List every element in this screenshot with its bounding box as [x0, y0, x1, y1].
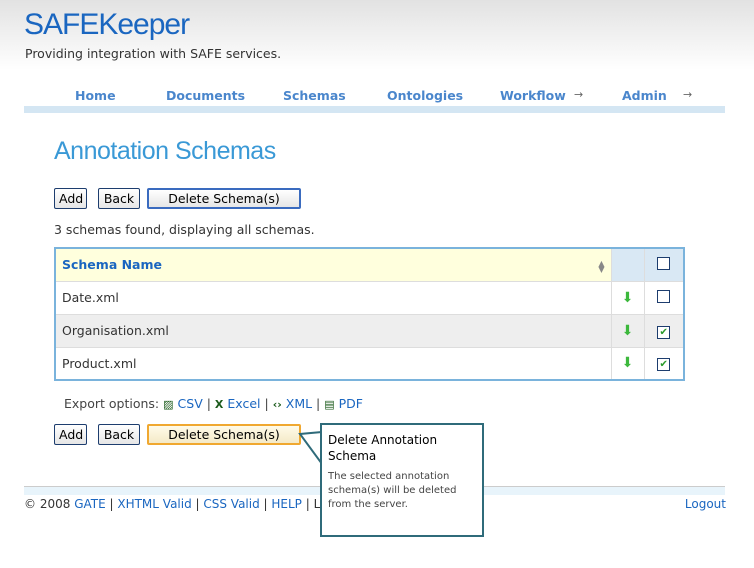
tooltip-title: Delete Annotation Schema: [328, 433, 438, 463]
row-checkbox[interactable]: ✔: [657, 325, 671, 339]
copyright: © 2008: [24, 497, 71, 511]
help-link[interactable]: HELP: [271, 497, 302, 511]
table-header-row: Schema Name ▲ ▼: [55, 248, 684, 282]
export-xml-link[interactable]: XML: [286, 396, 312, 411]
site-logo: SAFEKeeper: [24, 8, 190, 41]
export-options: Export options: ▨ CSV | X Excel | ‹› XML…: [64, 396, 363, 411]
nav-schemas[interactable]: Schemas: [283, 88, 346, 103]
xhtml-valid-link[interactable]: XHTML Valid: [117, 497, 191, 511]
sort-icon[interactable]: ▲ ▼: [598, 260, 604, 274]
download-arrow-icon[interactable]: ⬇: [622, 290, 634, 306]
back-button[interactable]: Back: [98, 188, 140, 209]
select-cell: ✔: [643, 314, 684, 348]
css-valid-link[interactable]: CSS Valid: [203, 497, 259, 511]
nav-workflow[interactable]: Workflow: [500, 88, 566, 103]
schemas-table: Schema Name ▲ ▼ Date.xml ⬇ Organisation.xm…: [54, 247, 685, 381]
download-cell: ⬇: [610, 281, 644, 315]
arrow-right-icon: →: [683, 88, 693, 101]
pdf-icon: ▤: [324, 398, 335, 411]
row-checkbox[interactable]: ✔: [657, 358, 671, 372]
select-cell: [643, 281, 684, 315]
export-label: Export options:: [64, 396, 160, 411]
column-header-download: [610, 248, 644, 282]
xml-icon: ‹›: [272, 398, 282, 411]
download-cell: ⬇: [610, 347, 644, 381]
tooltip: Delete Annotation Schema The selected an…: [320, 423, 484, 537]
page-title: Annotation Schemas: [54, 137, 276, 165]
logout-link[interactable]: Logout: [685, 497, 726, 511]
footer: © 2008 GATE | XHTML Valid | CSS Valid | …: [24, 497, 327, 511]
column-header-label: Schema Name: [62, 257, 162, 273]
schema-name[interactable]: Product.xml: [55, 347, 611, 381]
column-header-select: [643, 248, 684, 282]
download-arrow-icon[interactable]: ⬇: [622, 323, 634, 339]
table-row: Date.xml ⬇: [55, 281, 684, 315]
select-cell: ✔: [643, 347, 684, 381]
add-button-bottom[interactable]: Add: [54, 424, 87, 445]
arrow-right-icon: →: [574, 88, 584, 101]
nav-ontologies[interactable]: Ontologies: [387, 88, 463, 103]
export-csv-link[interactable]: CSV: [178, 396, 203, 411]
tooltip-body: The selected annotation schema(s) will b…: [328, 471, 457, 510]
column-header-schema-name[interactable]: Schema Name ▲ ▼: [55, 248, 611, 282]
schema-name[interactable]: Date.xml: [55, 281, 611, 315]
nav-documents[interactable]: Documents: [166, 88, 245, 103]
table-row: Organisation.xml ⬇ ✔: [55, 314, 684, 348]
add-button[interactable]: Add: [54, 188, 87, 209]
export-pdf-link[interactable]: PDF: [339, 396, 363, 411]
nav-home[interactable]: Home: [75, 88, 116, 103]
export-excel-link[interactable]: Excel: [227, 396, 260, 411]
main-nav: Home Documents Schemas Ontologies Workfl…: [24, 84, 725, 106]
csv-icon: ▨: [163, 398, 174, 411]
download-arrow-icon[interactable]: ⬇: [622, 355, 634, 371]
delete-schemas-button[interactable]: Delete Schema(s): [147, 188, 301, 209]
back-button-bottom[interactable]: Back: [98, 424, 140, 445]
nav-divider: [24, 106, 725, 113]
select-all-checkbox[interactable]: [657, 256, 671, 270]
schema-name[interactable]: Organisation.xml: [55, 314, 611, 348]
results-status: 3 schemas found, displaying all schemas.: [54, 222, 315, 237]
table-row: Product.xml ⬇ ✔: [55, 347, 684, 381]
nav-admin[interactable]: Admin: [622, 88, 667, 103]
row-checkbox[interactable]: [657, 289, 671, 303]
delete-schemas-button-bottom[interactable]: Delete Schema(s): [147, 424, 301, 445]
gate-link[interactable]: GATE: [74, 497, 106, 511]
download-cell: ⬇: [610, 314, 644, 348]
tagline: Providing integration with SAFE services…: [25, 46, 282, 61]
excel-icon: X: [214, 398, 224, 411]
